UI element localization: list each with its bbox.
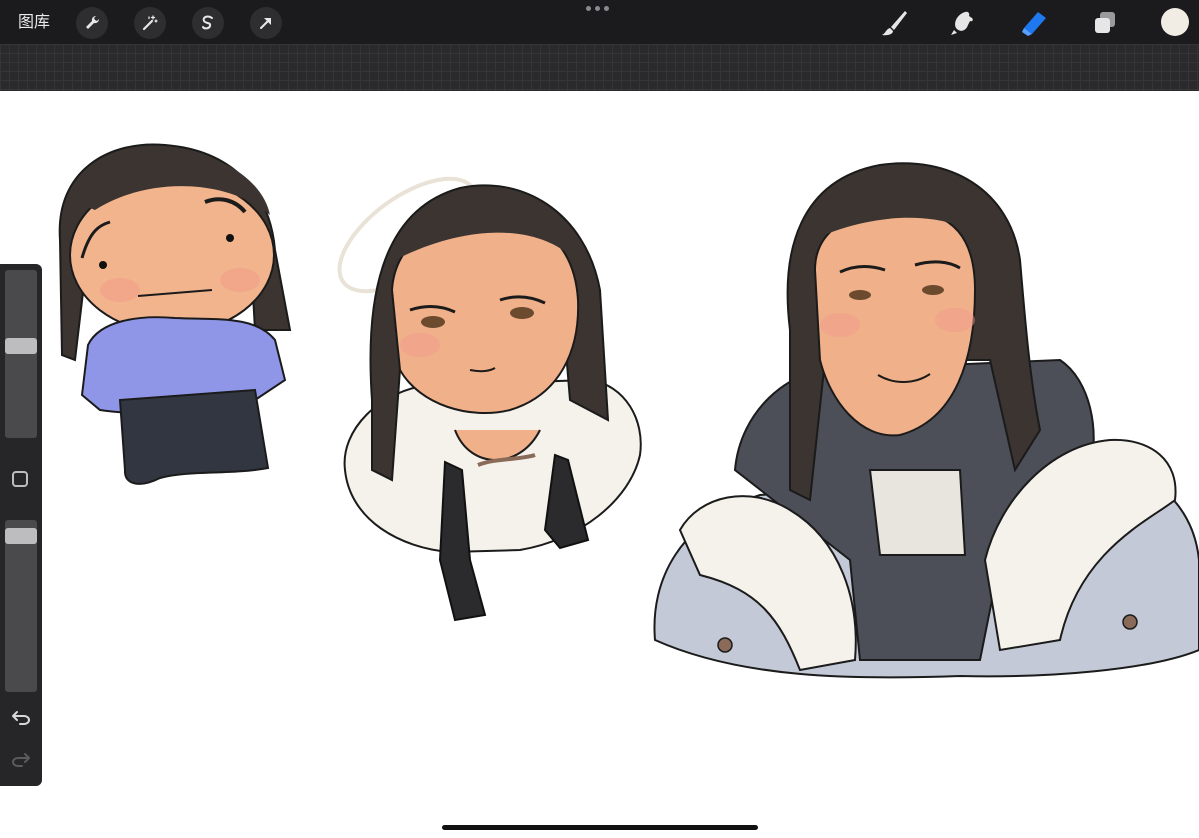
transform-button[interactable] xyxy=(250,7,282,39)
shirt-tie-figure xyxy=(337,176,642,622)
undo-button[interactable] xyxy=(8,706,34,728)
adjustments-button[interactable] xyxy=(134,7,166,39)
undo-icon xyxy=(11,708,31,726)
artwork xyxy=(58,143,1199,679)
opacity-slider[interactable] xyxy=(5,520,37,692)
eraser-icon xyxy=(1018,8,1050,38)
selection-icon xyxy=(199,14,217,32)
magic-wand-icon xyxy=(141,14,159,32)
chibi-figure xyxy=(58,143,292,485)
modify-button[interactable] xyxy=(12,471,28,487)
redo-icon xyxy=(11,750,31,768)
drawing-canvas[interactable] xyxy=(0,91,1199,838)
brush-icon xyxy=(879,8,909,38)
brush-size-thumb[interactable] xyxy=(5,338,37,354)
eraser-tool[interactable] xyxy=(1017,6,1051,40)
top-toolbar: 图库 xyxy=(0,0,1199,44)
smudge-icon xyxy=(948,8,978,38)
actions-button[interactable] xyxy=(76,7,108,39)
color-picker-button[interactable] xyxy=(1161,8,1189,36)
brush-tool[interactable] xyxy=(877,6,911,40)
transform-arrow-icon xyxy=(257,14,275,32)
smudge-tool[interactable] xyxy=(946,6,980,40)
canvas-grid-strip xyxy=(0,44,1199,91)
left-sidebar xyxy=(0,264,42,786)
selection-button[interactable] xyxy=(192,7,224,39)
more-options-icon[interactable] xyxy=(586,6,612,16)
hoodie-jacket-figure xyxy=(653,162,1199,679)
layers-tool[interactable] xyxy=(1088,6,1122,40)
home-indicator xyxy=(442,825,758,830)
layers-icon xyxy=(1091,9,1119,37)
wrench-icon xyxy=(83,14,101,32)
brush-size-slider[interactable] xyxy=(5,270,37,438)
opacity-thumb[interactable] xyxy=(5,528,37,544)
redo-button[interactable] xyxy=(8,748,34,770)
gallery-button[interactable]: 图库 xyxy=(18,11,50,33)
